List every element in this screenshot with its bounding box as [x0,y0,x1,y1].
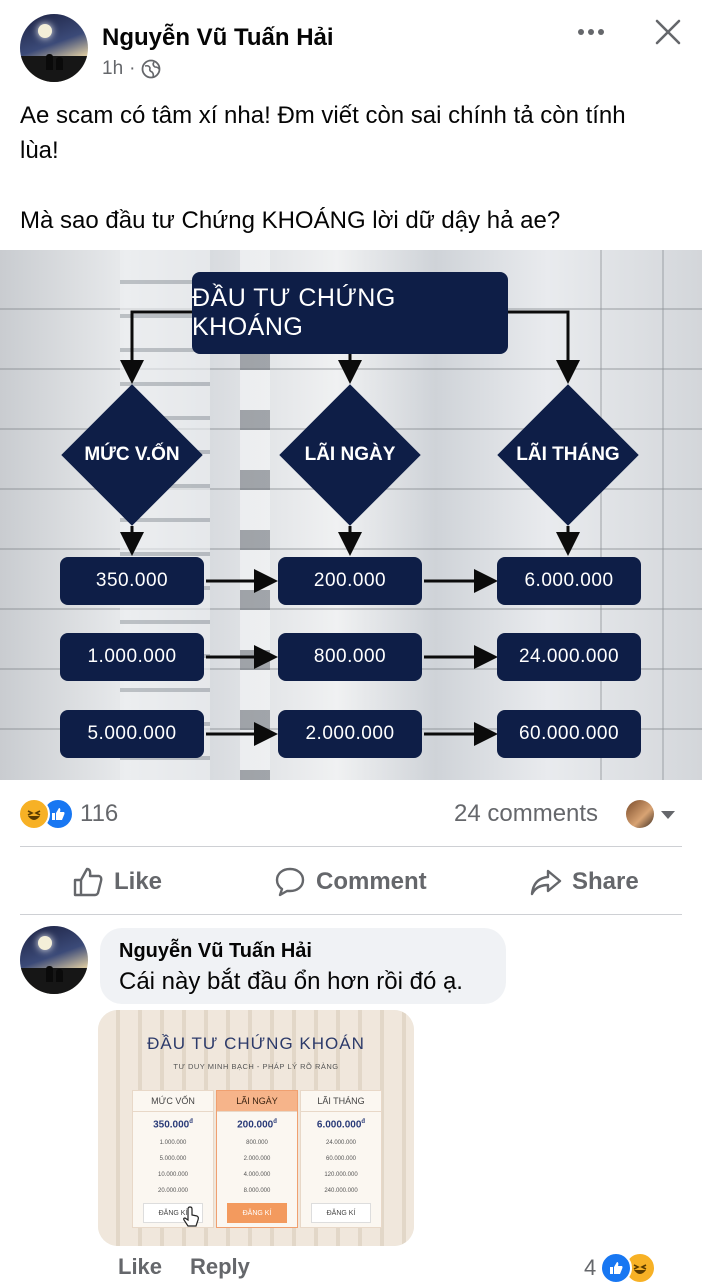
viewer-avatar[interactable] [626,800,654,828]
header-label: MỨC V.ỐN [84,444,180,465]
comment-image-title: ĐẦU TƯ CHỨNG KHOÁN [147,1034,365,1053]
header-label: LÃI NGÀY [304,444,396,465]
comment-image-subtitle: TƯ DUY MINH BẠCH - PHÁP LÝ RÕ RÀNG [173,1062,339,1071]
comment-icon [275,867,305,897]
header-label: LÃI THÁNG [516,444,620,465]
divider [20,914,682,915]
comment-reaction-count: 4 [584,1255,597,1280]
like-icon [600,1252,633,1284]
comment-author[interactable]: Nguyễn Vũ Tuấn Hải [119,940,312,963]
divider [20,846,682,847]
value-node: 5.000.000 [60,710,204,758]
haha-icon [18,798,50,830]
author-name[interactable]: Nguyễn Vũ Tuấn Hải [102,24,334,52]
value-node: 350.000 [60,557,204,605]
price-column: MỨC VỐN 350.000đ 1.000.000 5.000.000 10.… [132,1090,214,1228]
flowchart-title: ĐẦU TƯ CHỨNG KHOÁNG [192,272,508,354]
post-image[interactable]: ĐẦU TƯ CHỨNG KHOÁNG MỨC V.ỐN LÃI NGÀY LÃ… [0,250,702,780]
reaction-summary[interactable]: 116 [18,798,118,830]
post-text-line: Ae scam có tâm xí nha! Đm viết còn sai c… [20,102,626,129]
comment-reply-button[interactable]: Reply [190,1254,250,1280]
comments-count[interactable]: 24 comments [454,800,598,828]
register-button: ĐĂNG KÍ [227,1203,287,1224]
post-meta: 1h · [102,58,161,80]
comment-button[interactable]: Comment [274,866,427,898]
post-time[interactable]: 1h [102,58,123,80]
price-column: LÃI THÁNG 6.000.000đ 24.000.000 60.000.0… [300,1090,382,1228]
commenter-avatar[interactable] [20,926,88,994]
globe-icon [142,59,161,79]
value-node: 24.000.000 [497,633,641,681]
price-column: LÃI NGÀY 200.000đ 800.000 2.000.000 4.00… [216,1090,298,1228]
comment-bubble[interactable]: Nguyễn Vũ Tuấn Hải Cái này bắt đầu ổn hơ… [100,928,506,1004]
reaction-count: 116 [80,800,119,827]
value-node: 1.000.000 [60,633,204,681]
like-label: Like [114,868,163,895]
more-options-icon[interactable] [578,22,610,42]
post-text-line: lùa! [20,137,59,164]
like-button[interactable]: Like [72,866,162,898]
share-button[interactable]: Share [530,866,639,898]
thumbs-up-icon [73,867,103,897]
comment-text: Cái này bắt đầu ổn hơn rồi đó ạ. [119,968,463,995]
post-text: Ae scam có tâm xí nha! Đm viết còn sai c… [20,98,690,238]
value-node: 2.000.000 [278,710,422,758]
comment-label: Comment [316,868,427,895]
comment-image[interactable]: ĐẦU TƯ CHỨNG KHOÁN TƯ DUY MINH BẠCH - PH… [98,1010,414,1246]
value-node: 6.000.000 [497,557,641,605]
share-icon [530,869,562,896]
hand-cursor-icon [183,1206,199,1227]
chevron-down-icon[interactable] [660,810,676,820]
comment-like-button[interactable]: Like [118,1254,162,1280]
value-node: 200.000 [278,557,422,605]
register-button: ĐĂNG KÍ [311,1203,371,1224]
value-node: 60.000.000 [497,710,641,758]
comment-reactions[interactable]: 4 [584,1252,657,1284]
close-icon[interactable] [654,18,682,46]
share-label: Share [572,868,639,895]
value-node: 800.000 [278,633,422,681]
author-avatar[interactable] [20,14,88,82]
post-text-line: Mà sao đầu tư Chứng KHOÁNG lời dữ dậy hả… [20,207,561,234]
